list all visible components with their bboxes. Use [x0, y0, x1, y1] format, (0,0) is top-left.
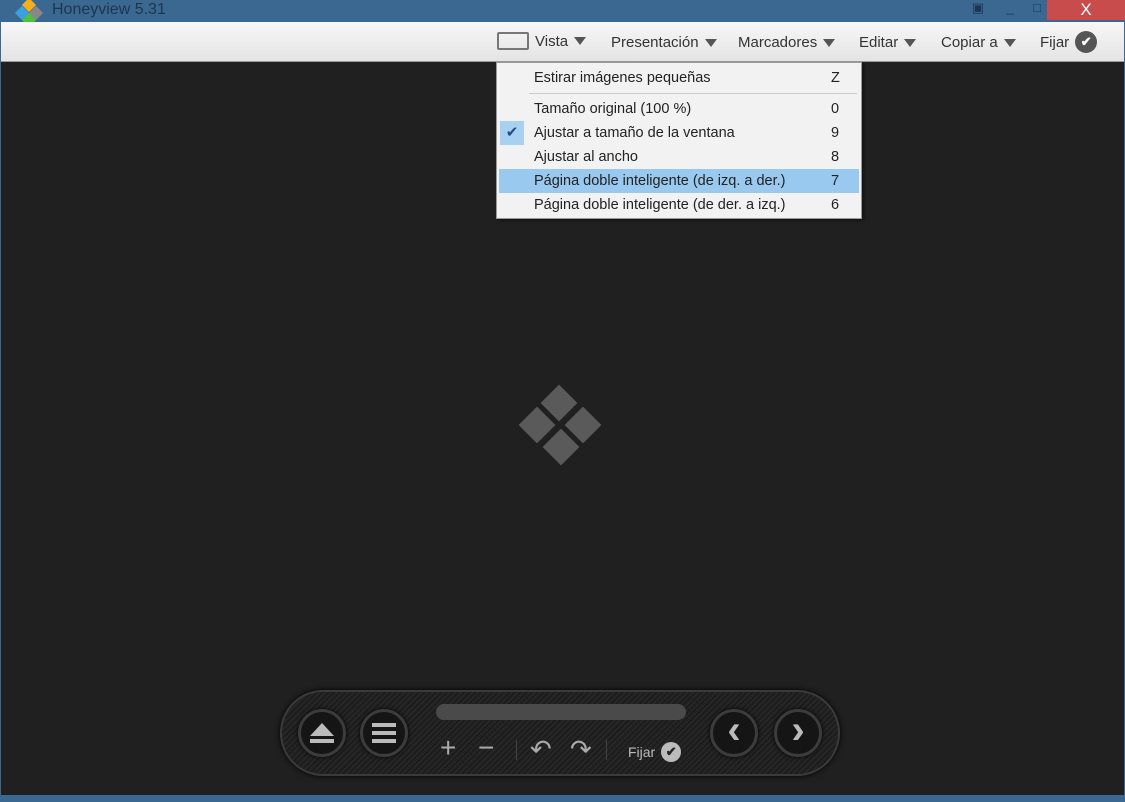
- chevron-down-icon: [574, 37, 587, 45]
- menu-item-shortcut: 9: [831, 125, 840, 141]
- menu-item-label: Ajustar al ancho: [534, 149, 638, 165]
- progress-slider[interactable]: [436, 704, 686, 720]
- window-title: Honeyview 5.31: [52, 1, 166, 18]
- fit-window-icon: [497, 32, 529, 50]
- menu-item-shortcut: Z: [831, 70, 840, 86]
- next-button[interactable]: ›: [774, 708, 822, 757]
- vista-label: Vista: [535, 32, 569, 50]
- menu-button[interactable]: [360, 709, 408, 757]
- maximize-button[interactable]: □: [1027, 0, 1047, 20]
- minimize-button[interactable]: _: [1000, 0, 1020, 20]
- control-bar: + − ↶ ↷ Fijar ✔ ‹ ›: [280, 690, 840, 776]
- fijar-label: Fijar: [1040, 33, 1070, 51]
- vista-menu[interactable]: Vista: [497, 32, 587, 50]
- chevron-down-icon: [904, 38, 917, 47]
- chevron-down-icon: [1003, 38, 1016, 47]
- editar-menu[interactable]: Editar: [859, 34, 917, 51]
- menu-item-shortcut: 0: [831, 101, 840, 117]
- menu-item-label: Ajustar a tamaño de la ventana: [534, 125, 735, 141]
- menu-item-label: Página doble inteligente (de izq. a der.…: [534, 173, 786, 189]
- menu-item-tamano-original[interactable]: Tamaño original (100 %) 0: [499, 97, 859, 121]
- zoom-in-button[interactable]: +: [440, 732, 456, 764]
- toolbar: Vista Presentación Marcadores Editar Cop…: [1, 22, 1124, 62]
- rotate-right-button[interactable]: ↷: [570, 734, 592, 765]
- rotate-left-button[interactable]: ↶: [530, 734, 552, 765]
- menu-item-shortcut: 6: [831, 197, 840, 213]
- menu-item-shortcut: 8: [831, 149, 840, 165]
- menu-item-ajustar-ancho[interactable]: Ajustar al ancho 8: [499, 145, 859, 169]
- editar-label: Editar: [859, 34, 899, 51]
- copiar-label: Copiar a: [941, 34, 998, 51]
- vista-dropdown-menu: Estirar imágenes pequeñas Z Tamaño origin…: [496, 62, 862, 219]
- checkmark-icon: ✔: [500, 121, 524, 145]
- divider: [606, 740, 607, 760]
- menu-item-doble-der-izq[interactable]: Página doble inteligente (de der. a izq.…: [499, 193, 859, 217]
- eject-icon: [310, 723, 334, 743]
- menu-item-shortcut: 7: [831, 173, 840, 189]
- eject-button[interactable]: [298, 709, 346, 757]
- fijar-label: Fijar: [628, 744, 656, 760]
- title-bar: Honeyview 5.31 ▣ _ □ X: [0, 0, 1125, 28]
- menu-item-doble-izq-der[interactable]: Página doble inteligente (de izq. a der.…: [499, 169, 859, 193]
- check-circle-icon: ✔: [661, 742, 682, 762]
- fijar-toggle[interactable]: Fijar ✔: [628, 742, 682, 762]
- placeholder-logo-icon: [518, 384, 602, 466]
- chevron-down-icon: [823, 38, 836, 47]
- close-button[interactable]: X: [1047, 0, 1125, 20]
- marcadores-menu[interactable]: Marcadores: [738, 34, 836, 51]
- check-circle-icon: ✔: [1075, 31, 1098, 53]
- restore-button[interactable]: ▣: [968, 0, 988, 20]
- menu-item-label: Estirar imágenes pequeñas: [534, 70, 711, 86]
- zoom-out-button[interactable]: −: [478, 732, 494, 764]
- menu-item-estirar[interactable]: Estirar imágenes pequeñas Z: [499, 66, 859, 90]
- marcadores-label: Marcadores: [738, 34, 818, 51]
- copiar-menu[interactable]: Copiar a: [941, 34, 1016, 51]
- presentacion-menu[interactable]: Presentación: [611, 34, 717, 51]
- hamburger-icon: [372, 723, 396, 743]
- divider: [516, 740, 517, 760]
- menu-item-label: Tamaño original (100 %): [534, 101, 692, 117]
- previous-button[interactable]: ‹: [710, 708, 758, 757]
- menu-item-label: Página doble inteligente (de der. a izq.…: [534, 197, 786, 213]
- chevron-down-icon: [704, 38, 717, 47]
- menu-separator: [529, 93, 857, 94]
- menu-item-ajustar-ventana[interactable]: ✔ Ajustar a tamaño de la ventana 9: [499, 121, 859, 145]
- presentacion-label: Presentación: [611, 34, 699, 51]
- fijar-button[interactable]: Fijar ✔: [1040, 31, 1098, 53]
